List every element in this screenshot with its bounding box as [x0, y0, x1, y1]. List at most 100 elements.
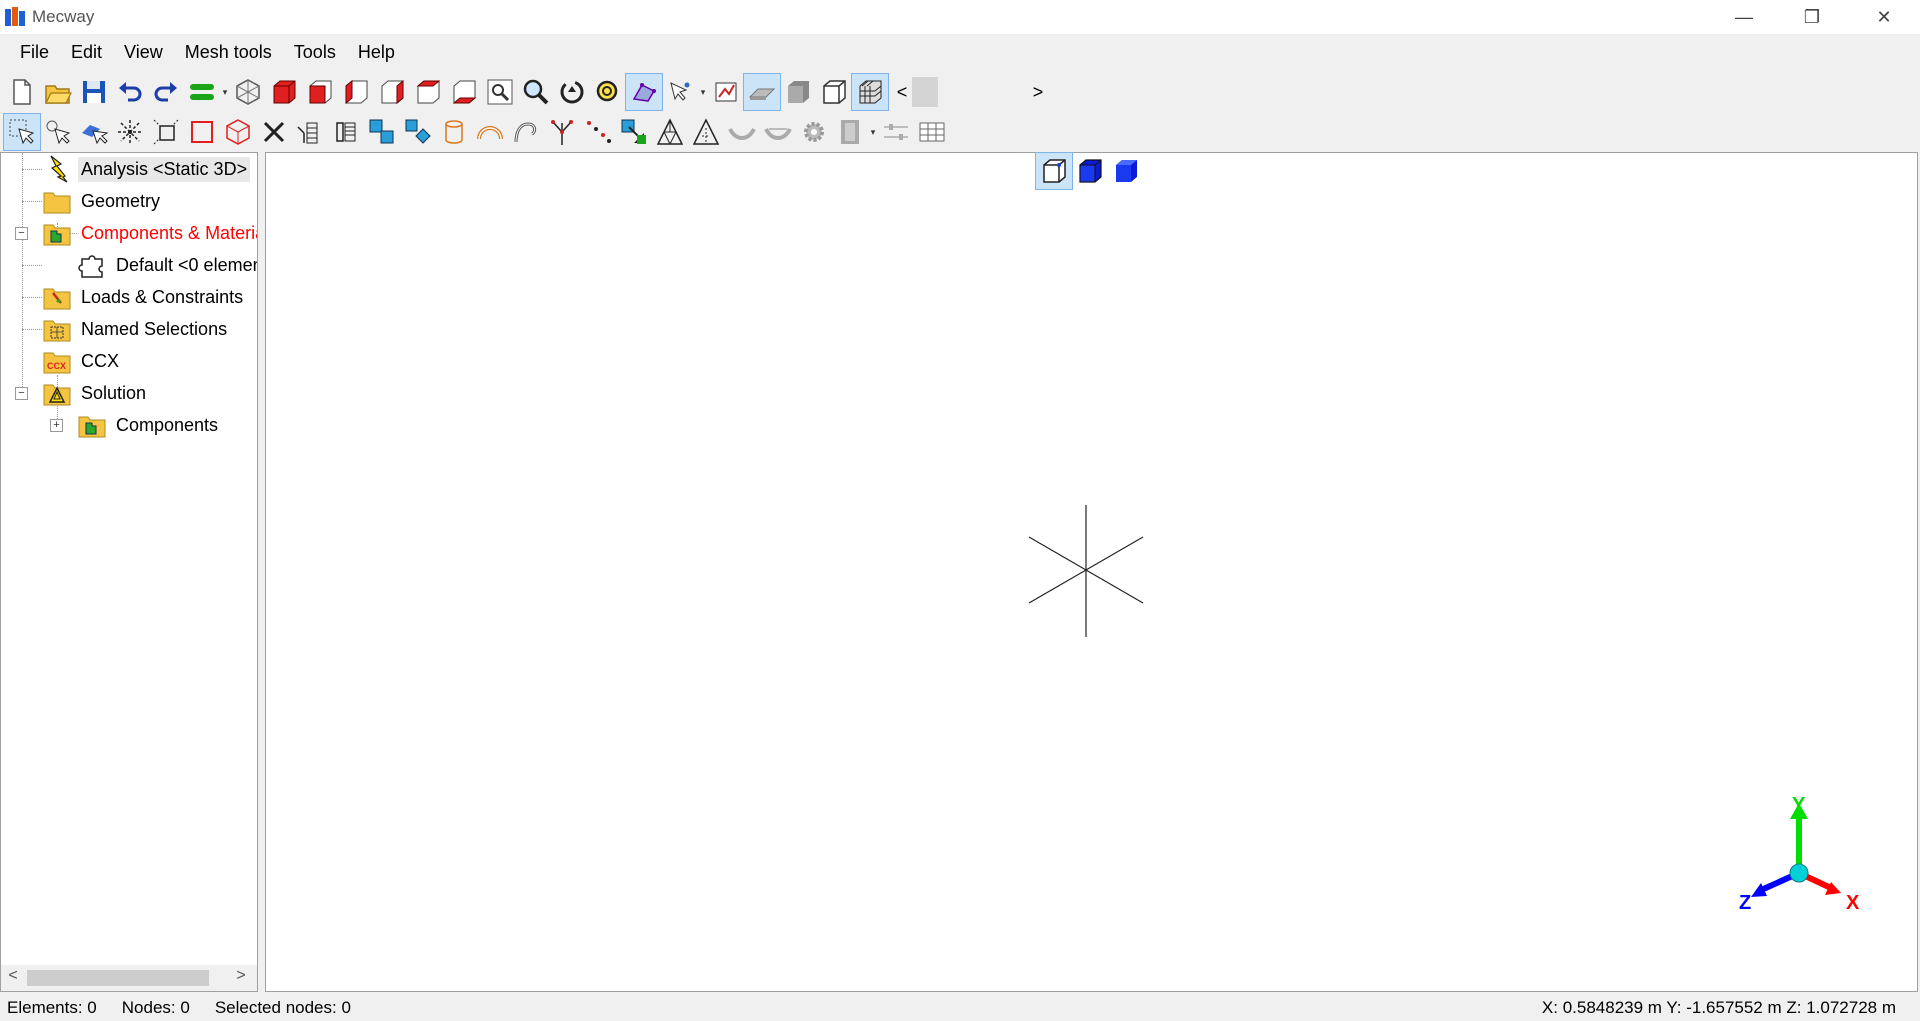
save-icon[interactable] [76, 74, 112, 110]
select-pointer-icon[interactable] [3, 113, 41, 151]
revolve-icon[interactable] [472, 114, 508, 150]
open-folder-icon[interactable] [40, 74, 76, 110]
tree-horizontal-scrollbar[interactable]: < > [1, 965, 257, 991]
menu-edit[interactable]: Edit [60, 36, 113, 68]
menu-file[interactable]: File [9, 36, 60, 68]
menu-view[interactable]: View [113, 36, 174, 68]
dense-mesh-icon[interactable] [851, 73, 889, 111]
shell2-icon[interactable] [760, 114, 796, 150]
zoom-fit-icon[interactable] [590, 74, 626, 110]
tree-guide-line [22, 297, 42, 298]
shell-icon[interactable] [724, 114, 760, 150]
folder-icon [42, 186, 72, 216]
new-file-icon[interactable] [4, 74, 40, 110]
scroll-left-arrow[interactable]: < [3, 967, 23, 989]
tree-item-label: Analysis <Static 3D> [78, 156, 251, 182]
red-cube-right-icon[interactable] [374, 74, 410, 110]
node-star-icon[interactable] [112, 114, 148, 150]
chevron-down-icon[interactable]: ▾ [220, 87, 230, 98]
refine-icon[interactable] [328, 114, 364, 150]
red-square-icon[interactable] [184, 114, 220, 150]
red-cube-icon[interactable] [266, 74, 302, 110]
tree-item-geometry[interactable]: Geometry [42, 185, 163, 217]
scroll-right-arrow[interactable]: > [231, 967, 251, 989]
tree-guide-line [22, 329, 42, 330]
chevron-down-icon[interactable]: ▾ [698, 87, 708, 98]
select-arrow-menu-icon[interactable] [662, 74, 698, 110]
table-icon[interactable] [914, 114, 950, 150]
wireframe-cube-icon[interactable] [230, 74, 266, 110]
window-title: Mecway [32, 7, 95, 26]
tree-item-default-component[interactable]: Default <0 elements> [77, 249, 257, 281]
components-folder-icon [42, 218, 72, 248]
red-cube-bottom-icon[interactable] [446, 74, 482, 110]
solution-collapse-toggle[interactable]: − [15, 387, 28, 400]
red-cube-left-icon[interactable] [338, 74, 374, 110]
toolbar-scroll-thumb[interactable] [912, 77, 938, 107]
z-axis-label: Z [1739, 892, 1751, 914]
gear-icon[interactable] [796, 114, 832, 150]
green-bars-icon[interactable] [184, 74, 220, 110]
blue-diamond-icon[interactable] [400, 114, 436, 150]
delete-x-icon[interactable] [256, 114, 292, 150]
close-button[interactable]: ✕ [1850, 0, 1918, 34]
node-box-icon[interactable] [148, 114, 184, 150]
extrude-icon[interactable] [292, 114, 328, 150]
tree-item-solution-components[interactable]: Components [77, 409, 221, 441]
sweep-icon[interactable] [508, 114, 544, 150]
chevron-down-icon[interactable]: ▾ [868, 127, 878, 138]
menu-tools[interactable]: Tools [283, 36, 347, 68]
undo-icon[interactable] [112, 74, 148, 110]
tree-item-label: CCX [81, 350, 120, 371]
toolbar-scroll-right[interactable]: > [1028, 74, 1048, 110]
solid-edges-view-icon[interactable] [1072, 153, 1108, 189]
wire-cube-icon[interactable] [816, 74, 852, 110]
split-icon[interactable] [544, 114, 580, 150]
zoom-box-icon[interactable] [482, 74, 518, 110]
redo-icon[interactable] [148, 74, 184, 110]
mecway-logo-icon [5, 7, 25, 26]
wireframe-view-icon[interactable] [1035, 152, 1073, 190]
tree-guide-line [22, 169, 42, 170]
red-cube-back-icon[interactable] [410, 74, 446, 110]
model-viewport[interactable]: Y X Z [265, 152, 1918, 992]
cylinder-icon[interactable] [436, 114, 472, 150]
mesh-view-icon[interactable] [625, 73, 663, 111]
components-collapse-toggle[interactable]: − [15, 227, 28, 240]
solution-components-expand-toggle[interactable]: + [50, 419, 63, 432]
select-node-icon[interactable] [40, 114, 76, 150]
flat-shade-icon[interactable] [743, 73, 781, 111]
loads-folder-icon [42, 282, 72, 312]
tree-item-ccx[interactable]: CCX CCX [42, 345, 122, 377]
element-count: Elements: 0 [7, 997, 97, 1017]
gray-cube-icon[interactable] [780, 74, 816, 110]
blue-squares-icon[interactable] [364, 114, 400, 150]
scroll-thumb[interactable] [27, 970, 209, 986]
menu-help[interactable]: Help [347, 36, 406, 68]
tree-item-components-materials[interactable]: Components & Materials [42, 217, 257, 249]
tree-item-named-selections[interactable]: Named Selections [42, 313, 230, 345]
film-icon[interactable] [832, 114, 868, 150]
red-cube-outline-icon[interactable] [220, 114, 256, 150]
note-icon[interactable] [708, 74, 744, 110]
svg-text:CCX: CCX [47, 361, 66, 371]
project-icon[interactable] [616, 114, 652, 150]
tree-item-solution[interactable]: Solution [42, 377, 149, 409]
triangle-icon[interactable] [688, 114, 724, 150]
rotate-icon[interactable] [554, 74, 590, 110]
points-icon[interactable] [580, 114, 616, 150]
toolbar-scroll-left[interactable]: < [892, 74, 912, 110]
tree-item-analysis[interactable]: Analysis <Static 3D> [42, 153, 251, 185]
triangle-mesh-icon[interactable] [652, 114, 688, 150]
display-mode-buttons [1035, 152, 1144, 190]
solid-view-icon[interactable] [1108, 153, 1144, 189]
tree-item-loads-constraints[interactable]: Loads & Constraints [42, 281, 246, 313]
red-cube-front-icon[interactable] [302, 74, 338, 110]
minimize-button[interactable]: — [1710, 0, 1778, 34]
select-surface-icon[interactable] [76, 114, 112, 150]
restore-button[interactable]: ❐ [1778, 0, 1846, 34]
tree-item-label: Default <0 elements> [116, 254, 257, 275]
menu-mesh-tools[interactable]: Mesh tools [174, 36, 283, 68]
slider-icon[interactable] [878, 114, 914, 150]
magnifier-icon[interactable] [518, 74, 554, 110]
